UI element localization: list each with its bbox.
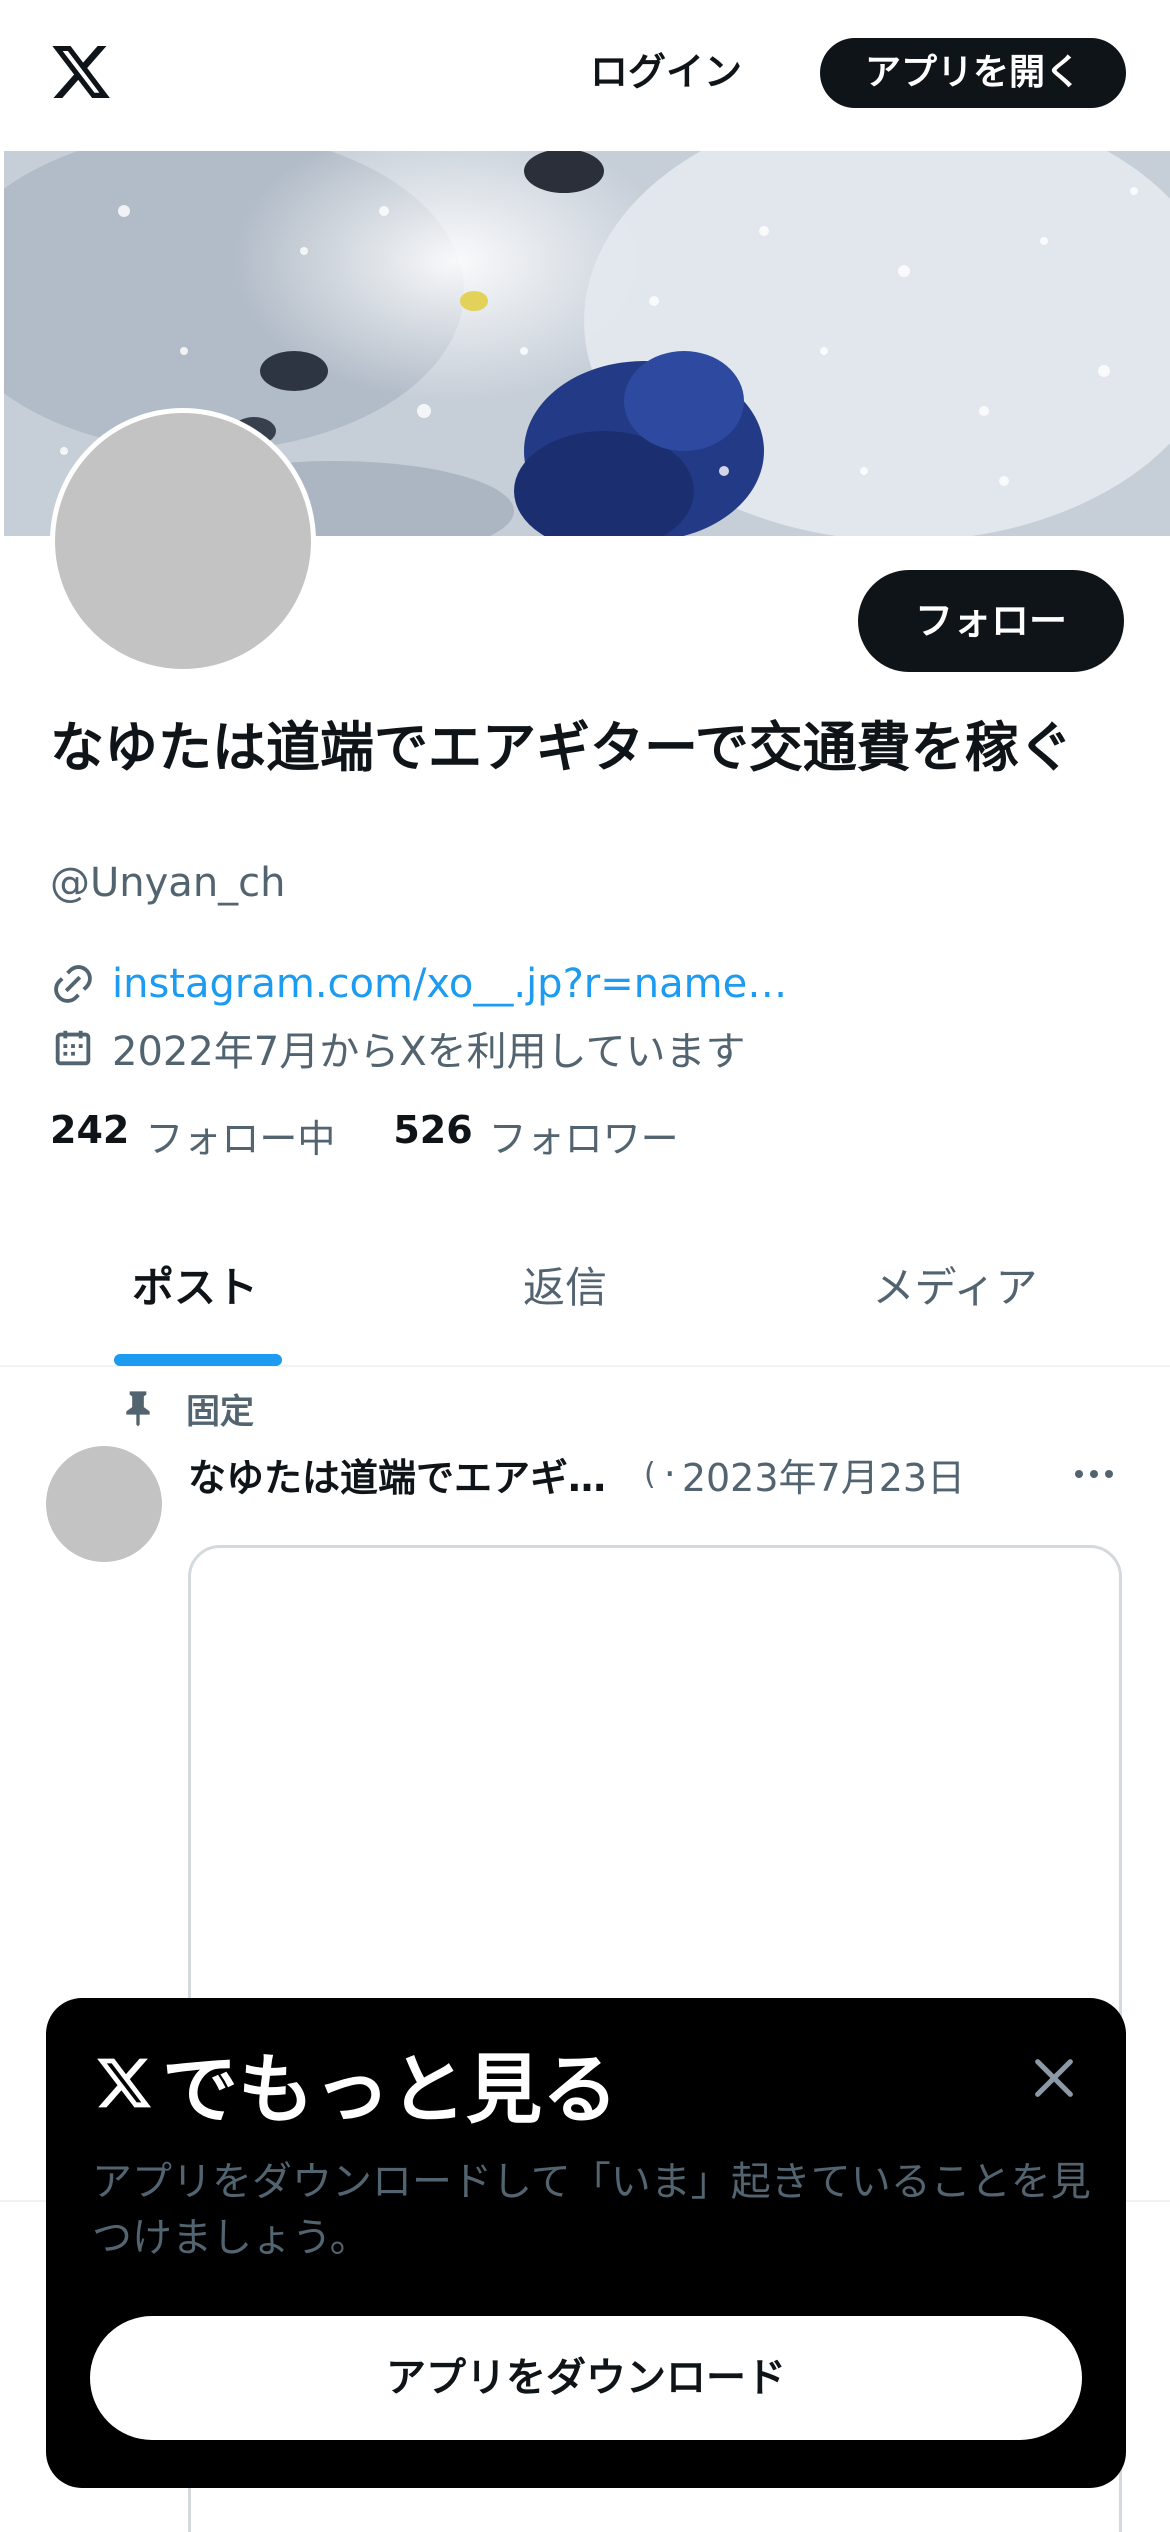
more-dot (1105, 1470, 1113, 1478)
app-promo-sheet: でもっと見る アプリをダウンロードして「いま」起きていることを見つけましょう。 … (46, 1998, 1126, 2488)
x-logo-icon[interactable] (46, 40, 116, 104)
calendar-icon (55, 1030, 91, 1066)
top-bar: ログイン アプリを開く (0, 0, 1170, 150)
profile-link-row: instagram.com/xo__.jp?r=name… (50, 956, 787, 1012)
more-options-icon[interactable] (1064, 1446, 1124, 1502)
profile-handle: @Unyan_ch (50, 860, 286, 906)
more-dot (1075, 1470, 1083, 1478)
profile-website-link[interactable]: instagram.com/xo__.jp?r=name… (112, 961, 787, 1007)
pinned-label: 固定 (186, 1391, 254, 1432)
following-count: 242 (50, 1108, 130, 1152)
post-header: なゆたは道端でエアギ… ( · 2023年7月23日 (188, 1446, 1124, 1502)
promo-description: アプリをダウンロードして「いま」起きていることを見つけましょう。 (92, 2159, 1091, 2261)
profile-display-name: なゆたは道端でエアギターで交通費を稼ぐ (50, 716, 1073, 779)
close-icon[interactable] (1026, 2050, 1082, 2106)
profile-stats: 242 フォロー中 526 フォロワー (50, 1108, 737, 1163)
profile-page: ログイン アプリを開く フォロー なゆたは道端でエアギターで交通費を稼ぐ @Un… (0, 0, 1170, 2532)
following-label: フォロー中 (145, 1117, 336, 1161)
profile-joined-date: 2022年7月からXを利用しています (112, 1029, 746, 1075)
link-icon (54, 965, 92, 1003)
tab-media[interactable]: メディア (760, 1210, 1150, 1365)
post-author-avatar[interactable] (46, 1446, 162, 1562)
followers-count: 526 (393, 1108, 473, 1152)
pinned-indicator: 固定 (118, 1380, 254, 1436)
tab-posts[interactable]: ポスト (0, 1210, 390, 1365)
active-tab-indicator (114, 1354, 282, 1366)
login-link[interactable]: ログイン (590, 40, 742, 104)
post-separator: · (663, 1452, 676, 1496)
download-app-button[interactable]: アプリをダウンロード (90, 2316, 1082, 2440)
tab-replies[interactable]: 返信 (370, 1210, 760, 1365)
post-author-name[interactable]: なゆたは道端でエアギ… (188, 1447, 606, 1502)
open-app-button[interactable]: アプリを開く (820, 38, 1126, 108)
promo-title: でもっと見る (162, 2045, 618, 2134)
pin-icon (126, 1391, 150, 1427)
x-logo-icon (97, 2058, 152, 2108)
follow-button[interactable]: フォロー (858, 570, 1124, 672)
promo-title-row: でもっと見る (92, 2038, 618, 2134)
profile-tabs: ポスト 返信 メディア (0, 1210, 1170, 1367)
profile-avatar[interactable] (50, 408, 316, 674)
followers-label: フォロワー (488, 1117, 679, 1161)
more-dot (1090, 1470, 1098, 1478)
post-date[interactable]: 2023年7月23日 (682, 1447, 965, 1502)
following-stat[interactable]: 242 フォロー中 (50, 1108, 335, 1163)
profile-joined-row: 2022年7月からXを利用しています (50, 1020, 745, 1076)
followers-stat[interactable]: 526 フォロワー (393, 1108, 678, 1163)
post-handle-fragment: ( (644, 1456, 656, 1492)
